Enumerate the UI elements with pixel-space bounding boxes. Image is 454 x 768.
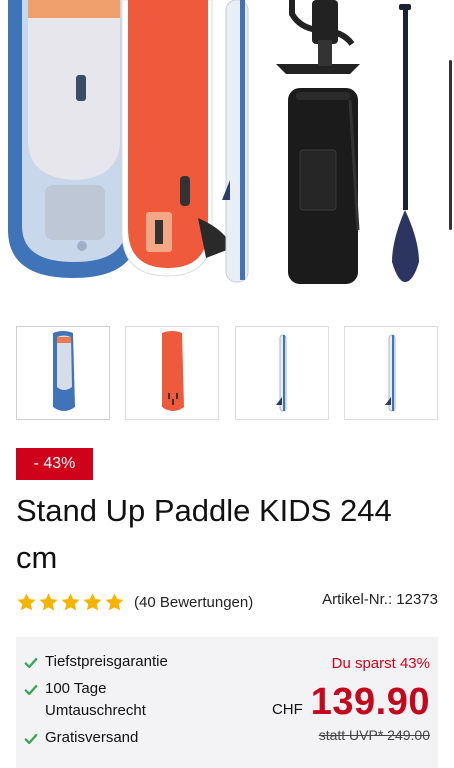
star-icon bbox=[61, 592, 80, 610]
thumbnail-1[interactable] bbox=[16, 326, 110, 420]
currency-label: CHF bbox=[271, 701, 303, 718]
checkmark-icon bbox=[24, 657, 38, 669]
product-main-image[interactable] bbox=[0, 0, 454, 300]
board-bottom-illustration bbox=[121, 0, 232, 277]
gallery-scrollbar[interactable] bbox=[449, 60, 452, 230]
price-value: 139.90 bbox=[310, 681, 430, 723]
thumbnail-4[interactable] bbox=[343, 326, 438, 420]
star-icon bbox=[39, 592, 58, 610]
price-box: Tiefstpreisgarantie 100 Tage Umtauschrec… bbox=[16, 637, 438, 768]
original-price: statt UVP* 249.00 bbox=[318, 727, 430, 743]
rating-stars bbox=[16, 592, 125, 613]
star-icon bbox=[17, 592, 36, 610]
benefit-label: Gratisversand bbox=[45, 729, 139, 746]
thumbnail-3[interactable] bbox=[234, 326, 329, 420]
star-icon bbox=[83, 592, 102, 610]
benefit-item: Gratisversand bbox=[24, 727, 168, 749]
reviews-link[interactable]: (40 Bewertungen) bbox=[134, 594, 253, 611]
savings-label: Du sparst 43% bbox=[331, 655, 430, 672]
bag-illustration bbox=[288, 88, 360, 284]
thumbnail-board-bottom-icon bbox=[162, 331, 185, 411]
thumbnail-2[interactable] bbox=[125, 326, 220, 420]
rating-row[interactable]: (40 Bewertungen) bbox=[16, 590, 253, 614]
paddle-illustration bbox=[392, 4, 419, 282]
discount-badge: - 43% bbox=[16, 448, 93, 480]
benefit-item: 100 Tage Umtauschrecht bbox=[24, 678, 154, 722]
thumbnail-board-side-icon bbox=[275, 334, 287, 412]
pump-illustration bbox=[276, 0, 360, 74]
benefit-item: Tiefstpreisgarantie bbox=[24, 651, 168, 673]
benefit-label: Tiefstpreisgarantie bbox=[45, 653, 168, 670]
product-title: Stand Up Paddle KIDS 244 cm bbox=[16, 493, 392, 575]
benefits-list: Tiefstpreisgarantie 100 Tage Umtauschrec… bbox=[24, 651, 168, 754]
board-side-illustration bbox=[222, 0, 249, 283]
star-icon bbox=[105, 592, 124, 610]
benefit-label: 100 Tage Umtauschrecht bbox=[45, 680, 146, 719]
checkmark-icon bbox=[24, 684, 38, 696]
thumbnail-board-side-2-icon bbox=[384, 334, 396, 412]
thumbnail-board-top-icon bbox=[53, 331, 75, 411]
price-line: CHF 139.90 bbox=[272, 681, 430, 724]
board-top-illustration bbox=[8, 0, 138, 278]
thumbnail-strip bbox=[16, 326, 438, 420]
checkmark-icon bbox=[24, 733, 38, 745]
article-number: Artikel-Nr.: 12373 bbox=[322, 591, 438, 608]
